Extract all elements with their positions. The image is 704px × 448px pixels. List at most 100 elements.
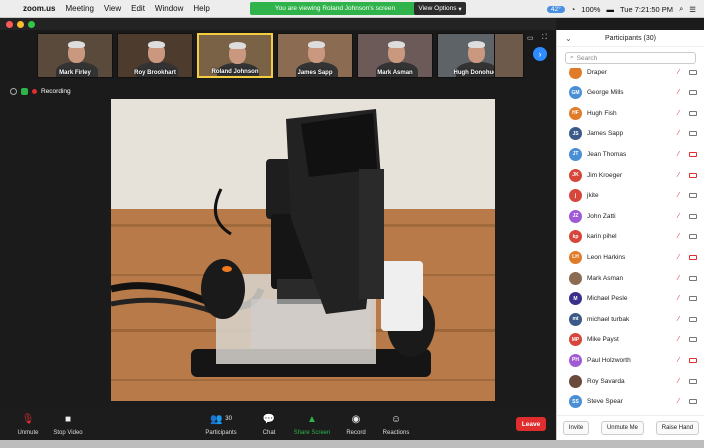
minimize-icon[interactable] — [17, 21, 24, 28]
avatar: LH — [569, 250, 582, 264]
weather-pill[interactable]: 42° — [546, 5, 565, 13]
recording-label: Recording — [41, 88, 71, 95]
avatar: mt — [569, 312, 582, 326]
participant-name: Michael Pesle — [587, 295, 628, 303]
menu-edit[interactable]: Edit — [126, 4, 150, 13]
thumbnail-name: James Sapp — [297, 70, 333, 76]
menu-window[interactable]: Window — [150, 4, 188, 13]
participant-name: Hugh Fish — [587, 109, 617, 117]
bottom-border — [0, 440, 704, 448]
search-icon: ⌕ — [570, 54, 574, 61]
thumbnail-mark-firley[interactable]: Mark Firley — [37, 33, 113, 78]
maximize-icon[interactable] — [28, 21, 35, 28]
reactions-button[interactable]: ☺ Reactions — [368, 412, 424, 437]
participant-row[interactable]: Mark Asman ⁄ — [557, 268, 704, 288]
participant-row[interactable]: JZ John Zatti ⁄ — [557, 206, 704, 226]
microphone-muted-icon: ⁄ — [678, 171, 680, 179]
thumbnail-mark-asman[interactable]: Mark Asman — [357, 33, 433, 78]
next-page-button[interactable]: › — [533, 47, 547, 61]
participant-row[interactable]: SS Steve Spear ⁄ — [557, 392, 704, 412]
participant-row[interactable]: Draper ⁄ — [557, 68, 704, 82]
person-hair — [308, 41, 325, 48]
microphone-muted-icon: ⁄ — [678, 253, 680, 261]
participant-row[interactable]: PH Paul Holzworth ⁄ — [557, 350, 704, 370]
view-options-label: View Options — [418, 5, 457, 12]
menu-view[interactable]: View — [99, 4, 126, 13]
avatar: JS — [569, 127, 582, 141]
participant-row[interactable]: GM George Mills ⁄ — [557, 83, 704, 103]
raise-hand-button[interactable]: Raise Hand — [655, 421, 700, 435]
window-controls — [6, 21, 35, 28]
avatar: JK — [569, 168, 582, 182]
thumbnail-roy-brookhart[interactable]: Roy Brookhart — [117, 33, 193, 78]
microphone-muted-icon: ⁄ — [678, 336, 680, 344]
participants-count: 30 — [225, 416, 232, 422]
menu-help[interactable]: Help — [188, 4, 214, 13]
thumbnail-roland-johnson[interactable]: Roland Johnson — [197, 33, 273, 78]
participant-row[interactable]: JK Jim Kroeger ⁄ — [557, 165, 704, 185]
participant-row[interactable]: JS James Sapp ⁄ — [557, 124, 704, 144]
chevron-down-icon[interactable]: ⌄ — [565, 34, 572, 43]
battery-label: 100% — [581, 4, 601, 14]
search-placeholder: Search — [576, 54, 598, 62]
microphone-muted-icon: ⁄ — [678, 68, 680, 76]
video-camera-icon — [689, 90, 697, 96]
info-icon[interactable] — [10, 88, 17, 95]
microphone-muted-icon: ⁄ — [678, 109, 680, 117]
flag-icon[interactable]: ▬ — [606, 5, 614, 14]
thumbnail-james-sapp[interactable]: James Sapp — [277, 33, 353, 78]
video-camera-icon — [689, 110, 697, 116]
participant-row[interactable]: j jkite ⁄ — [557, 186, 704, 206]
search-icon[interactable]: ⌕ — [679, 4, 683, 14]
menu-list-icon[interactable]: ☰ — [689, 5, 696, 14]
thumbnail-partial[interactable] — [494, 33, 524, 78]
avatar: HF — [569, 106, 582, 120]
close-icon[interactable] — [6, 21, 13, 28]
participant-row[interactable]: MP Mike Payst ⁄ — [557, 330, 704, 350]
menu-app-name[interactable]: zoom.us — [18, 4, 60, 13]
participant-name: Jim Kroeger — [587, 171, 623, 179]
microphone-muted-icon: ⁄ — [678, 356, 680, 364]
participant-row[interactable]: LH Leon Harkins ⁄ — [557, 247, 704, 267]
participant-name: Paul Holzworth — [587, 356, 631, 364]
gallery-view-icon[interactable]: ▭ — [527, 34, 534, 42]
avatar: JT — [569, 147, 582, 161]
reactions-label: Reactions — [382, 430, 410, 436]
microphone-muted-icon: ⁄ — [678, 295, 680, 303]
video-camera-icon — [689, 378, 697, 384]
participant-row[interactable]: Roy Savarda ⁄ — [557, 371, 704, 391]
fullscreen-icon[interactable]: ⛶ — [542, 34, 547, 42]
screen-share-banner: You are viewing Roland Johnson's screen — [250, 2, 420, 15]
stop-video-button[interactable]: ■ Stop Video — [40, 412, 96, 437]
security-shield-icon[interactable] — [21, 88, 28, 95]
clock-label: Tue 7:21:50 PM — [619, 4, 674, 14]
participant-row[interactable]: M Michael Pesle ⁄ — [557, 289, 704, 309]
record-dot-icon — [32, 89, 37, 94]
wifi-icon[interactable]: ◔ — [571, 5, 576, 14]
video-camera-icon: ■ — [64, 413, 72, 425]
unmute-me-button[interactable]: Unmute Me — [600, 421, 644, 435]
microphone-muted-icon: ⁄ — [678, 377, 680, 385]
participant-row[interactable]: kp karin pihel ⁄ — [557, 227, 704, 247]
participant-row[interactable]: HF Hugh Fish ⁄ — [557, 103, 704, 123]
menubar-status: 42° ◔ 100% ▬ Tue 7:21:50 PM ⌕ ☰ — [546, 0, 696, 18]
participant-row[interactable]: JT Jean Thomas ⁄ — [557, 144, 704, 164]
person-hair — [468, 41, 485, 48]
avatar: PH — [569, 353, 582, 367]
main-video — [111, 99, 495, 401]
video-camera-icon — [689, 275, 697, 281]
participant-name: Steve Spear — [587, 398, 623, 406]
thumbnail-name: Mark Asman — [377, 70, 413, 76]
invite-button[interactable]: Invite — [562, 421, 590, 435]
microphone-muted-icon: ⁄ — [678, 315, 680, 323]
thumbnail-name: Roy Brookhart — [134, 70, 176, 76]
participant-search-input[interactable]: ⌕ Search — [565, 52, 696, 64]
leave-button[interactable]: Leave — [516, 417, 546, 431]
menu-meeting[interactable]: Meeting — [60, 4, 98, 13]
video-camera-icon — [689, 131, 697, 137]
participant-row[interactable]: mt michael turbak ⁄ — [557, 309, 704, 329]
avatar — [569, 374, 582, 388]
avatar: MP — [569, 333, 582, 347]
view-options-button[interactable]: View Options ▾ — [414, 2, 466, 15]
video-camera-off-icon — [689, 254, 697, 260]
